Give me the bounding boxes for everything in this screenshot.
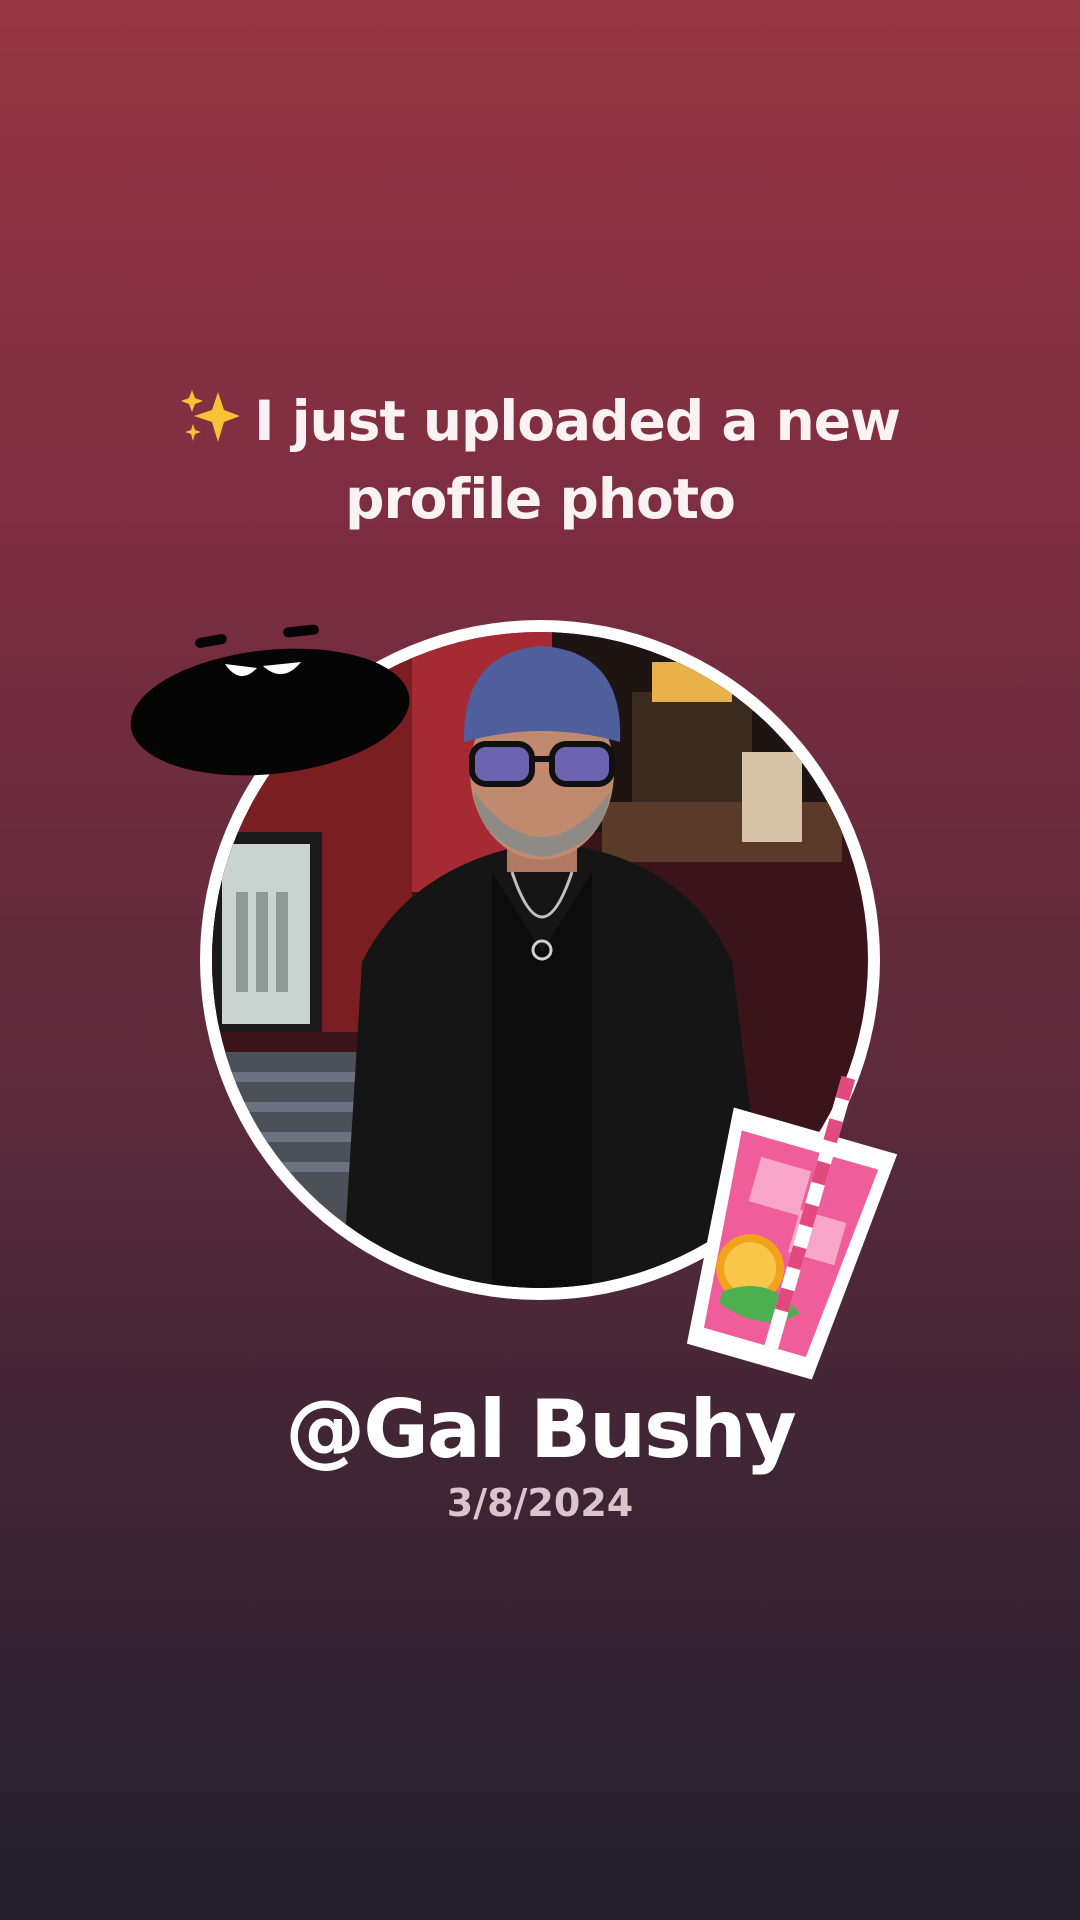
headline: I just uploaded a new profile photo [140, 382, 940, 538]
sparkles-icon [181, 390, 241, 442]
pink-lemonade-drink-sticker [686, 1075, 898, 1380]
headline-line-1: I just uploaded a new [254, 389, 901, 453]
laughing-mouth-sticker [130, 624, 410, 776]
headline-line-2: profile photo [345, 467, 736, 531]
username[interactable]: @Gal Bushy [140, 1380, 940, 1480]
post-date: 3/8/2024 [446, 1481, 634, 1525]
